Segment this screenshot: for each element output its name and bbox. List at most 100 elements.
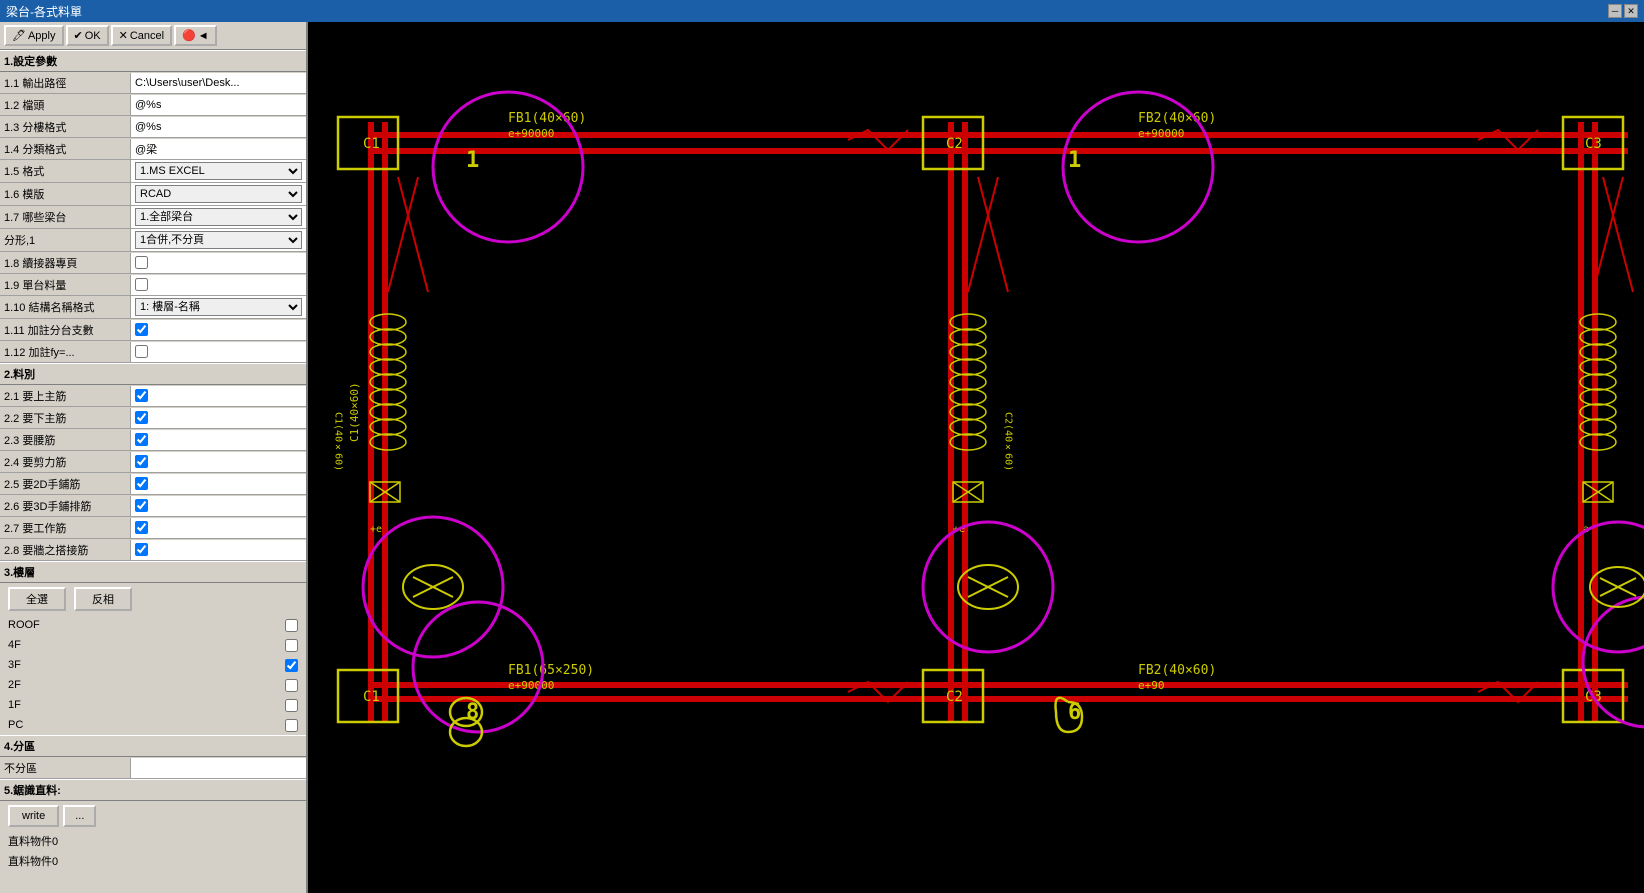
dots-button[interactable]: ... — [63, 805, 96, 827]
title-bar: 梁台-各式料單 ─ ✕ — [0, 0, 1644, 22]
label-floor-format: 1.3 分樓格式 — [0, 117, 130, 137]
form-row-no-zone: 不分區 — [0, 757, 306, 779]
check-wall-lap[interactable] — [135, 543, 148, 556]
label-beam: 1.7 哪些梁台 — [0, 207, 130, 227]
value-waist[interactable] — [130, 430, 306, 450]
value-3d[interactable] — [130, 496, 306, 516]
label-note-support: 1.11 加註分台支數 — [0, 320, 130, 340]
select-template[interactable]: RCAD — [135, 185, 302, 203]
label-no-zone: 不分區 — [0, 758, 130, 778]
check-floor-2f[interactable] — [285, 679, 298, 692]
cancel-icon: ✕ — [119, 29, 128, 42]
form-row-cat-format: 1.4 分類格式 — [0, 138, 306, 160]
select-struct-name[interactable]: 1: 樓層-名稱 — [135, 298, 302, 316]
value-2d[interactable] — [130, 474, 306, 494]
section-5-header[interactable]: 5.鋸識直料: — [0, 779, 306, 801]
svg-text:C2: C2 — [946, 689, 963, 705]
value-no-zone — [130, 758, 306, 778]
apply-button[interactable]: 🖊 Apply — [4, 25, 64, 46]
value-floor-format[interactable] — [130, 117, 306, 137]
check-work[interactable] — [135, 521, 148, 534]
form-row-note-support: 1.11 加註分台支數 — [0, 319, 306, 341]
svg-text:C2(40×60): C2(40×60) — [1003, 412, 1014, 471]
value-note-support[interactable] — [130, 320, 306, 340]
form-row-single: 1.9 單台料量 — [0, 274, 306, 296]
label-floor-2f: 2F — [8, 679, 285, 691]
label-cat-format: 1.4 分類格式 — [0, 139, 130, 159]
svg-text:e+90000: e+90000 — [508, 679, 554, 692]
value-output-path[interactable] — [130, 73, 306, 93]
form-row-template: 1.6 模版 RCAD — [0, 183, 306, 206]
value-bot-main[interactable] — [130, 408, 306, 428]
input-cat-format[interactable] — [135, 143, 302, 155]
section-4-header[interactable]: 4.分區 — [0, 735, 306, 757]
form-row-merge: 分形,1 1合併,不分頁 — [0, 229, 306, 252]
check-connector[interactable] — [135, 256, 148, 269]
section-3-header[interactable]: 3.樓層 — [0, 561, 306, 583]
input-file-header[interactable] — [135, 99, 302, 111]
form-row-waist: 2.3 要腰筋 — [0, 429, 306, 451]
check-single[interactable] — [135, 278, 148, 291]
check-floor-roof[interactable] — [285, 619, 298, 632]
title-text: 梁台-各式料單 — [6, 3, 82, 20]
value-single[interactable] — [130, 275, 306, 295]
check-top-main[interactable] — [135, 389, 148, 402]
value-merge[interactable]: 1合併,不分頁 — [130, 229, 306, 251]
input-output-path[interactable] — [135, 77, 302, 89]
write-button[interactable]: write — [8, 805, 59, 827]
value-work[interactable] — [130, 518, 306, 538]
invert-button[interactable]: 反相 — [74, 587, 132, 611]
label-struct-name: 1.10 結構名稱格式 — [0, 297, 130, 317]
check-floor-pc[interactable] — [285, 719, 298, 732]
check-floor-4f[interactable] — [285, 639, 298, 652]
value-struct-name[interactable]: 1: 樓層-名稱 — [130, 296, 306, 318]
value-wall-lap[interactable] — [130, 540, 306, 560]
check-floor-3f[interactable] — [285, 659, 298, 672]
cad-svg: C1 C2 C3 C1 C2 C3 FB1(40×60) e+90000 FB2… — [308, 22, 1644, 893]
label-shear: 2.4 要剪力筋 — [0, 452, 130, 472]
svg-text:e+90000: e+90000 — [1138, 127, 1184, 140]
svg-text:FB2(40×60): FB2(40×60) — [1138, 663, 1216, 678]
check-3d[interactable] — [135, 499, 148, 512]
cancel-button[interactable]: ✕ Cancel — [111, 25, 172, 46]
label-output-path: 1.1 輸出路徑 — [0, 73, 130, 93]
section-1-header[interactable]: 1.設定參數 — [0, 50, 306, 72]
back-button[interactable]: 🔴 ◄ — [174, 25, 217, 46]
select-merge[interactable]: 1合併,不分頁 — [135, 231, 302, 249]
form-row-floor-format: 1.3 分樓格式 — [0, 116, 306, 138]
value-shear[interactable] — [130, 452, 306, 472]
close-button[interactable]: ✕ — [1624, 4, 1638, 18]
input-floor-format[interactable] — [135, 121, 302, 133]
select-format[interactable]: 1.MS EXCEL — [135, 162, 302, 180]
title-buttons: ─ ✕ — [1608, 4, 1638, 18]
value-template[interactable]: RCAD — [130, 183, 306, 205]
ok-icon: ✔ — [74, 29, 83, 42]
value-top-main[interactable] — [130, 386, 306, 406]
section-2-header[interactable]: 2.料別 — [0, 363, 306, 385]
check-shear[interactable] — [135, 455, 148, 468]
floor-row-2f: 2F — [0, 675, 306, 695]
check-note-fy[interactable] — [135, 345, 148, 358]
ok-button[interactable]: ✔ OK — [66, 25, 109, 46]
value-beam[interactable]: 1.全部梁台 — [130, 206, 306, 228]
svg-text:C1(40×60): C1(40×60) — [333, 412, 344, 471]
value-connector[interactable] — [130, 253, 306, 273]
check-floor-1f[interactable] — [285, 699, 298, 712]
value-cat-format[interactable] — [130, 139, 306, 159]
check-waist[interactable] — [135, 433, 148, 446]
form-row-wall-lap: 2.8 要牆之搭接筋 — [0, 539, 306, 561]
check-bot-main[interactable] — [135, 411, 148, 424]
form-row-2d: 2.5 要2D手鋪筋 — [0, 473, 306, 495]
svg-text:1: 1 — [466, 148, 479, 173]
check-2d[interactable] — [135, 477, 148, 490]
value-note-fy[interactable] — [130, 342, 306, 362]
back-icon: 🔴 — [182, 29, 196, 42]
svg-text:1: 1 — [1068, 148, 1081, 173]
check-note-support[interactable] — [135, 323, 148, 336]
value-file-header[interactable] — [130, 95, 306, 115]
label-floor-roof: ROOF — [8, 619, 285, 631]
select-all-button[interactable]: 全選 — [8, 587, 66, 611]
select-beam[interactable]: 1.全部梁台 — [135, 208, 302, 226]
value-format[interactable]: 1.MS EXCEL — [130, 160, 306, 182]
min-button[interactable]: ─ — [1608, 4, 1622, 18]
